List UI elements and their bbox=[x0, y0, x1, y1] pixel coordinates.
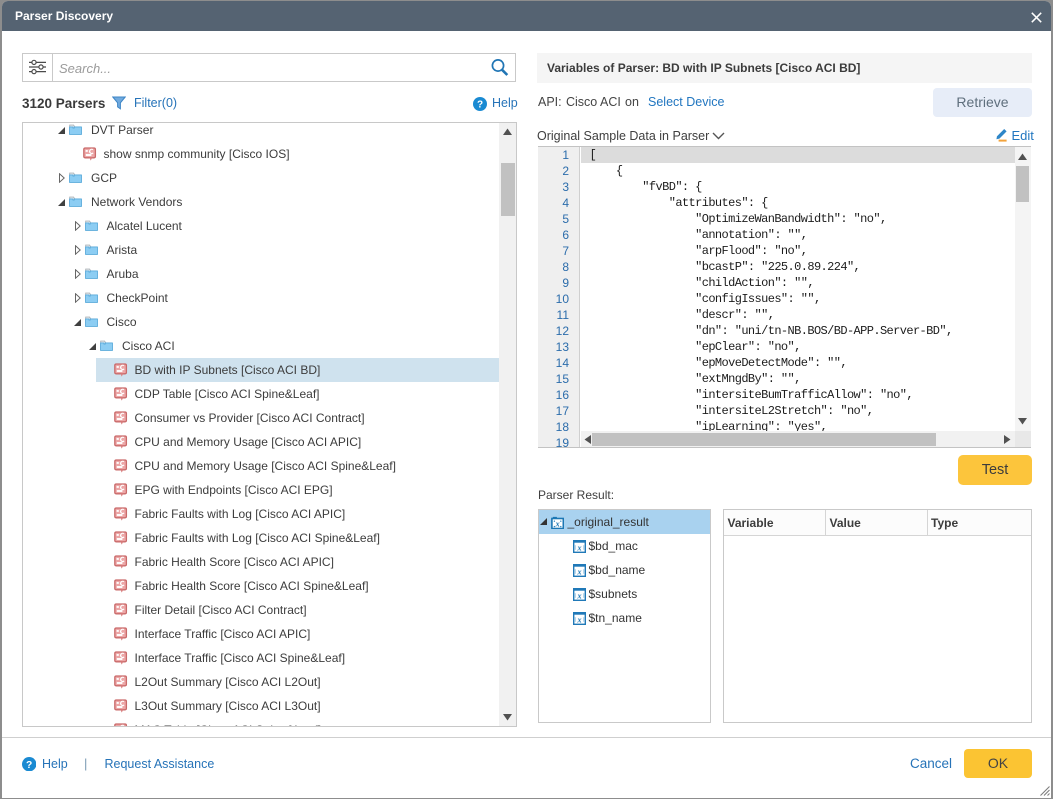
svg-text:?: ? bbox=[26, 760, 32, 771]
svg-text:x: x bbox=[576, 614, 582, 624]
svg-text:x: x bbox=[576, 542, 582, 552]
svg-text:x: x bbox=[554, 518, 560, 528]
svg-text:x: x bbox=[576, 590, 582, 600]
svg-text:x: x bbox=[576, 566, 582, 576]
svg-text:?: ? bbox=[477, 99, 483, 110]
